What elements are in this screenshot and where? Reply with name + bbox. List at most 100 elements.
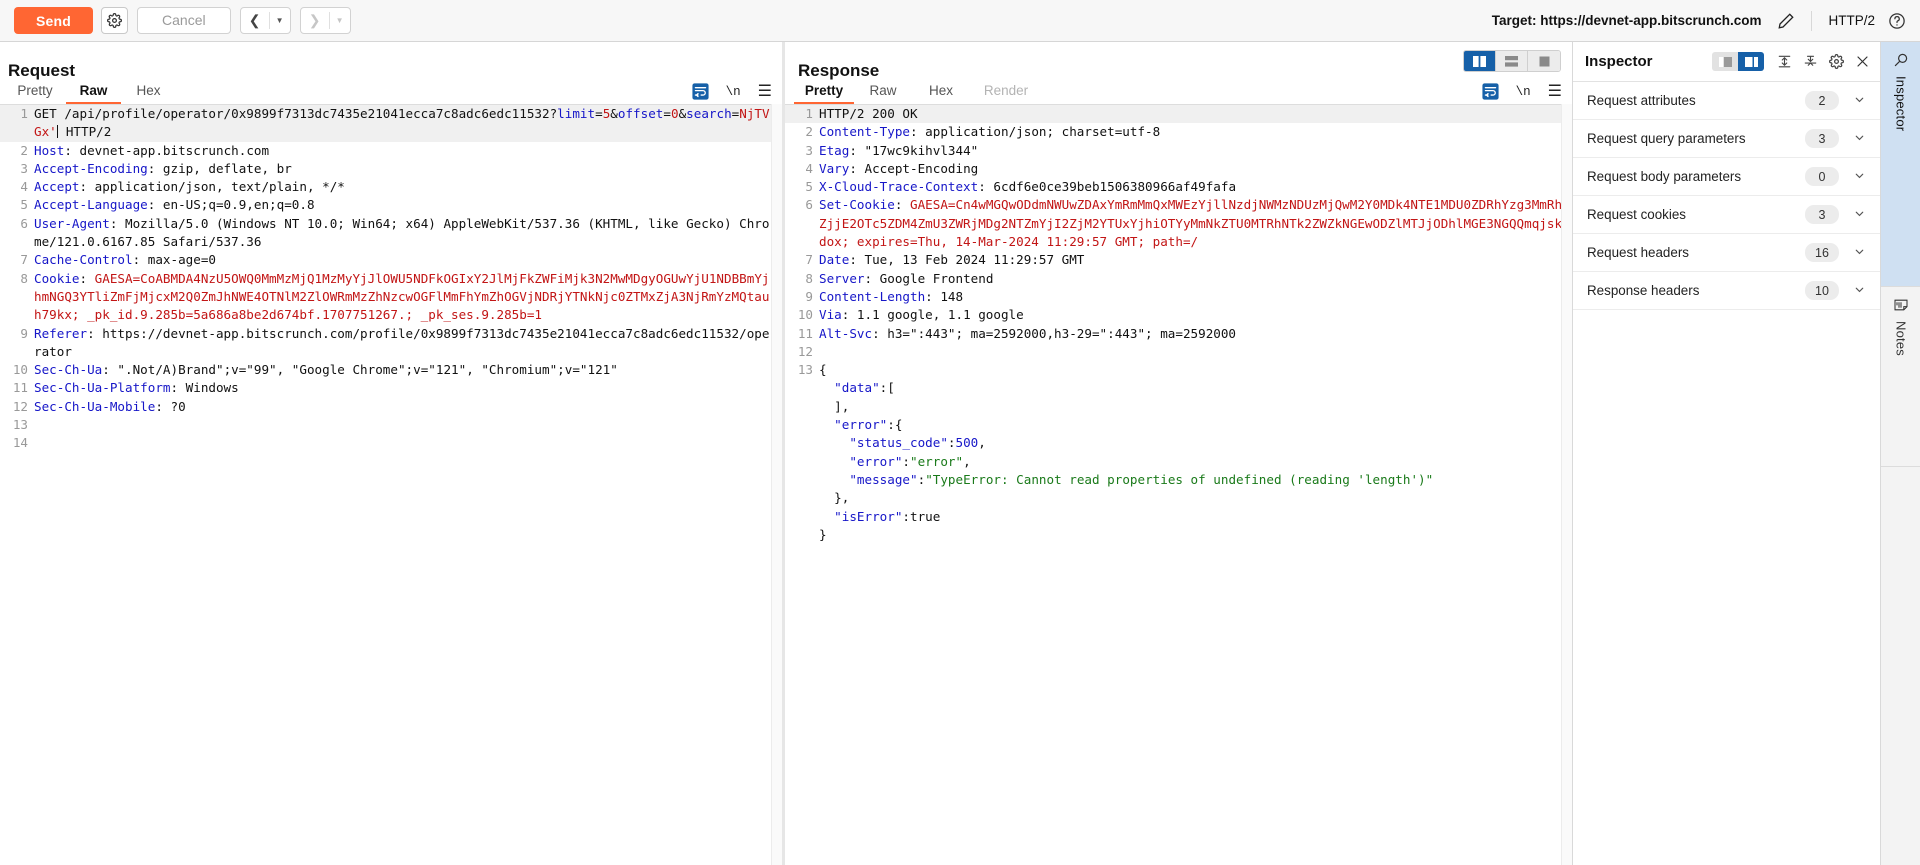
chevron-down-icon[interactable] bbox=[1853, 207, 1866, 223]
inspector-section-label: Response headers bbox=[1587, 283, 1700, 298]
line-number: 12 bbox=[797, 343, 813, 359]
code-line: 7 Date: Tue, 13 Feb 2024 11:29:57 GMT bbox=[785, 251, 1572, 269]
single-pane-icon[interactable] bbox=[1528, 51, 1560, 71]
code-token: Accept bbox=[34, 179, 80, 195]
request-scrollbar[interactable] bbox=[771, 104, 782, 865]
code-token: : 6cdf6e0ce39beb1506380966af49fafa bbox=[978, 179, 1237, 195]
code-token: : 1.1 google, 1.1 google bbox=[841, 307, 1024, 323]
request-editor[interactable]: 1 GET /api/profile/operator/0x9899f7313dc… bbox=[0, 104, 782, 865]
chevron-right-icon[interactable]: ❯ bbox=[301, 8, 329, 33]
rail-tab-notes[interactable]: Notes bbox=[1881, 287, 1920, 467]
request-pane-header: Request Pretty Raw Hex \n ☰ bbox=[0, 42, 782, 104]
tab-request-hex[interactable]: Hex bbox=[121, 83, 176, 104]
code-line: 11 Alt-Svc: h3=":443"; ma=2592000,h3-29="… bbox=[785, 325, 1572, 343]
code-line: 12 Sec-Ch-Ua-Mobile: ?0 bbox=[0, 398, 782, 416]
code-line: 9 Referer: https://devnet-app.bitscrunch.… bbox=[0, 325, 782, 362]
rail-tab-inspector[interactable]: Inspector bbox=[1881, 42, 1920, 287]
inspector-sections: Request attributes 2 Request query paramet… bbox=[1573, 82, 1880, 310]
code-token: "error" bbox=[819, 417, 888, 433]
chevron-down-icon[interactable] bbox=[1853, 169, 1866, 185]
code-token: : Tue, 13 Feb 2024 11:29:57 GMT bbox=[849, 252, 1085, 268]
code-token: = bbox=[663, 106, 671, 121]
tab-response-hex[interactable]: Hex bbox=[912, 83, 970, 104]
code-token: :true bbox=[902, 508, 941, 524]
tab-response-raw[interactable]: Raw bbox=[854, 83, 912, 104]
forward-split-button[interactable]: ❯ ▼ bbox=[299, 7, 351, 34]
code-line: ], bbox=[785, 398, 1572, 416]
split-horizontal-icon[interactable] bbox=[1496, 51, 1528, 71]
back-split-button[interactable]: ❮ ▼ bbox=[239, 7, 291, 34]
response-scrollbar[interactable] bbox=[1561, 104, 1572, 865]
newline-toggle-label[interactable]: \n bbox=[1516, 85, 1531, 99]
target-label: Target: https://devnet-app.bitscrunch.co… bbox=[1491, 13, 1762, 28]
line-number: 8 bbox=[20, 270, 28, 286]
code-token: & bbox=[610, 106, 618, 121]
send-button[interactable]: Send bbox=[14, 7, 94, 34]
inspector-section-row[interactable]: Request attributes 2 bbox=[1573, 82, 1880, 120]
inspector-section-label: Request cookies bbox=[1587, 207, 1686, 222]
line-number: 7 bbox=[805, 252, 813, 268]
chevron-down-icon[interactable] bbox=[1853, 93, 1866, 109]
top-toolbar: Send Cancel ❮ ▼ ❯ ▼ Target: https://devn… bbox=[0, 0, 1920, 42]
tab-request-pretty[interactable]: Pretty bbox=[4, 83, 66, 104]
right-rail: Inspector Notes bbox=[1880, 42, 1920, 865]
inspector-section-row[interactable]: Request body parameters 0 bbox=[1573, 158, 1880, 196]
inspector-section-row[interactable]: Request query parameters 3 bbox=[1573, 120, 1880, 158]
tab-request-raw[interactable]: Raw bbox=[66, 83, 121, 104]
chevron-down-icon[interactable] bbox=[1853, 131, 1866, 147]
code-line: 12 bbox=[785, 343, 1572, 361]
gear-icon[interactable] bbox=[101, 7, 129, 34]
code-token: : "17wc9kihvl344" bbox=[849, 142, 979, 158]
code-line: 1 GET /api/profile/operator/0x9899f7313dc… bbox=[0, 105, 782, 142]
chevron-down-icon[interactable] bbox=[1853, 283, 1866, 299]
code-token: Sec-Ch-Ua-Mobile bbox=[34, 398, 156, 414]
expand-all-icon[interactable] bbox=[1777, 54, 1792, 69]
chevron-down-icon[interactable] bbox=[1853, 245, 1866, 261]
code-token: : 148 bbox=[925, 288, 964, 304]
back-dropdown-caret-icon[interactable]: ▼ bbox=[270, 8, 290, 33]
code-token: : ?0 bbox=[155, 398, 186, 414]
word-wrap-icon[interactable] bbox=[692, 83, 709, 100]
line-number: 12 bbox=[12, 398, 28, 414]
code-line: 5 Accept-Language: en-US;q=0.9,en;q=0.8 bbox=[0, 196, 782, 214]
hamburger-menu-icon[interactable]: ☰ bbox=[1548, 83, 1562, 100]
layout-right-icon[interactable] bbox=[1738, 52, 1764, 71]
code-token: Cookie bbox=[34, 270, 80, 286]
code-token: Via bbox=[819, 307, 842, 323]
code-line: 7 Cache-Control: max-age=0 bbox=[0, 251, 782, 269]
code-line: "data":[ bbox=[785, 379, 1572, 397]
code-line: 13 bbox=[0, 416, 782, 434]
inspector-panel: Inspector Request attributes 2 Request q… bbox=[1572, 42, 1880, 865]
code-token: User-Agent bbox=[34, 215, 110, 231]
chevron-left-icon[interactable]: ❮ bbox=[241, 8, 269, 33]
code-line: 4 Vary: Accept-Encoding bbox=[785, 160, 1572, 178]
line-number: 9 bbox=[20, 325, 28, 341]
close-icon[interactable] bbox=[1855, 54, 1870, 69]
forward-dropdown-caret-icon[interactable]: ▼ bbox=[330, 8, 350, 33]
code-token: Referer bbox=[34, 325, 88, 341]
newline-toggle-label[interactable]: \n bbox=[726, 85, 741, 99]
response-editor[interactable]: 1 HTTP/2 200 OK 2 Content-Type: application… bbox=[785, 104, 1572, 865]
code-token: "TypeError: Cannot read properties of un… bbox=[925, 471, 1434, 487]
tab-response-render: Render bbox=[983, 83, 1029, 98]
inspector-section-row[interactable]: Request cookies 3 bbox=[1573, 196, 1880, 234]
gear-icon[interactable] bbox=[1829, 54, 1844, 69]
code-line: "isError":true bbox=[785, 508, 1572, 526]
inspector-section-row[interactable]: Request headers 16 bbox=[1573, 234, 1880, 272]
inspector-section-row[interactable]: Response headers 10 bbox=[1573, 272, 1880, 310]
layout-left-icon[interactable] bbox=[1712, 52, 1738, 71]
line-number: 9 bbox=[805, 288, 813, 304]
line-number: 3 bbox=[805, 142, 813, 158]
tab-response-pretty[interactable]: Pretty bbox=[794, 83, 854, 104]
split-vertical-icon[interactable] bbox=[1464, 51, 1496, 71]
word-wrap-icon[interactable] bbox=[1482, 83, 1499, 100]
code-text: ], bbox=[819, 398, 1572, 416]
help-circle-icon[interactable] bbox=[1888, 12, 1906, 30]
code-token: : application/json; charset=utf-8 bbox=[910, 124, 1161, 140]
collapse-all-icon[interactable] bbox=[1803, 54, 1818, 69]
hamburger-menu-icon[interactable]: ☰ bbox=[758, 83, 772, 100]
pencil-icon[interactable] bbox=[1777, 12, 1795, 30]
request-pane: Request Pretty Raw Hex \n ☰ 1 GET /api/pr… bbox=[0, 42, 782, 865]
rail-tab-notes-label: Notes bbox=[1893, 321, 1909, 356]
cancel-button[interactable]: Cancel bbox=[137, 7, 231, 34]
